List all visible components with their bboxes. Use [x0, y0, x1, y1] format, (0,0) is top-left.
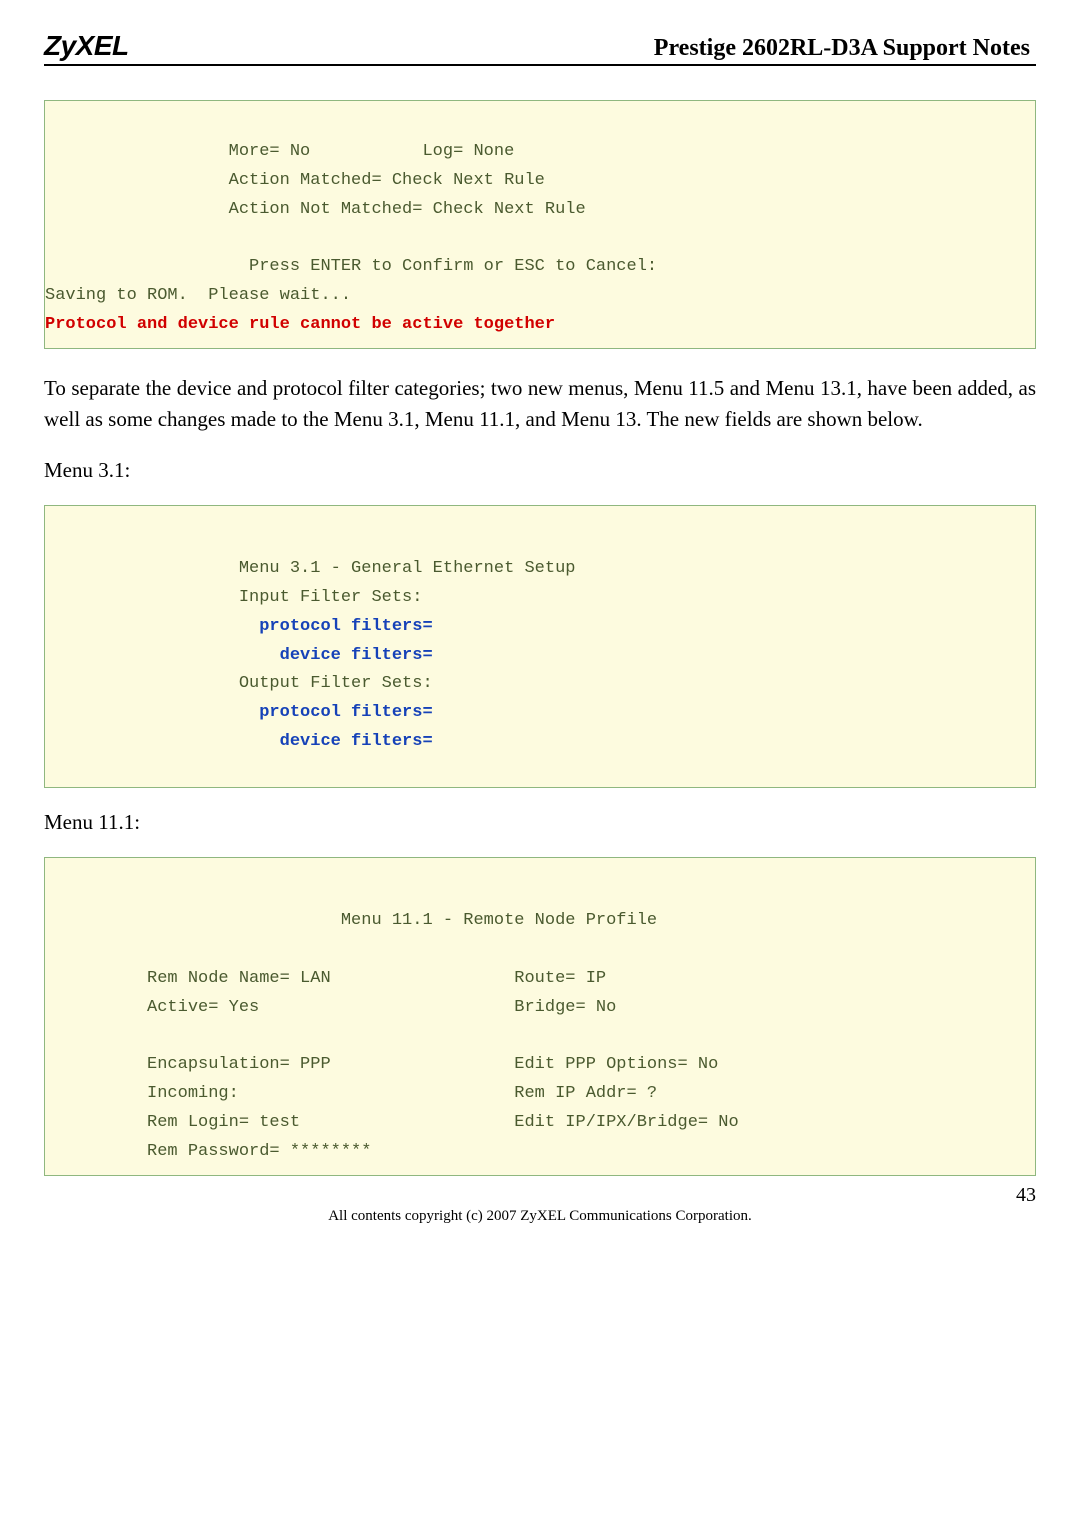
heading-menu-111: Menu 11.1: — [44, 810, 1036, 835]
code-line: Output Filter Sets: — [45, 674, 433, 693]
code-line: Rem Login= test Edit IP/IPX/Bridge= No — [45, 1113, 739, 1132]
code-line: More= No Log= None — [45, 142, 514, 161]
copyright-text: All contents copyright (c) 2007 ZyXEL Co… — [44, 1208, 1036, 1225]
code-line: Action Matched= Check Next Rule — [45, 171, 545, 190]
code-line: Rem Node Name= LAN Route= IP — [45, 969, 606, 988]
page-footer: 43 All contents copyright (c) 2007 ZyXEL… — [44, 1208, 1036, 1238]
code-line: Rem Password= ******** — [45, 1142, 371, 1161]
page-number: 43 — [1016, 1184, 1036, 1207]
code-line: Press ENTER to Confirm or ESC to Cancel: — [45, 257, 657, 276]
code-line: Active= Yes Bridge= No — [45, 998, 616, 1017]
code-line: Menu 11.1 - Remote Node Profile — [45, 911, 657, 930]
code-line-highlight: device filters= — [45, 732, 433, 751]
code-block-menu-111: Menu 11.1 - Remote Node Profile Rem Node… — [44, 857, 1036, 1176]
logo: ZyXEL — [44, 30, 129, 62]
code-line-error: Protocol and device rule cannot be activ… — [45, 315, 555, 334]
code-block-menu-31: Menu 3.1 - General Ethernet Setup Input … — [44, 505, 1036, 788]
heading-menu-31: Menu 3.1: — [44, 458, 1036, 483]
code-line: Encapsulation= PPP Edit PPP Options= No — [45, 1055, 718, 1074]
code-line: Incoming: Rem IP Addr= ? — [45, 1084, 657, 1103]
code-line-highlight: protocol filters= — [45, 703, 433, 722]
paragraph: To separate the device and protocol filt… — [44, 373, 1036, 434]
code-line-highlight: protocol filters= — [45, 617, 433, 636]
code-line-highlight: device filters= — [45, 646, 433, 665]
code-line: Saving to ROM. Please wait... — [45, 286, 351, 305]
code-line: Input Filter Sets: — [45, 588, 422, 607]
code-block-filter-rule: More= No Log= None Action Matched= Check… — [44, 100, 1036, 349]
code-line: Menu 3.1 - General Ethernet Setup — [45, 559, 576, 578]
code-line: Action Not Matched= Check Next Rule — [45, 200, 586, 219]
page-header: ZyXEL Prestige 2602RL-D3A Support Notes — [44, 30, 1036, 66]
page-title: Prestige 2602RL-D3A Support Notes — [654, 35, 1036, 62]
